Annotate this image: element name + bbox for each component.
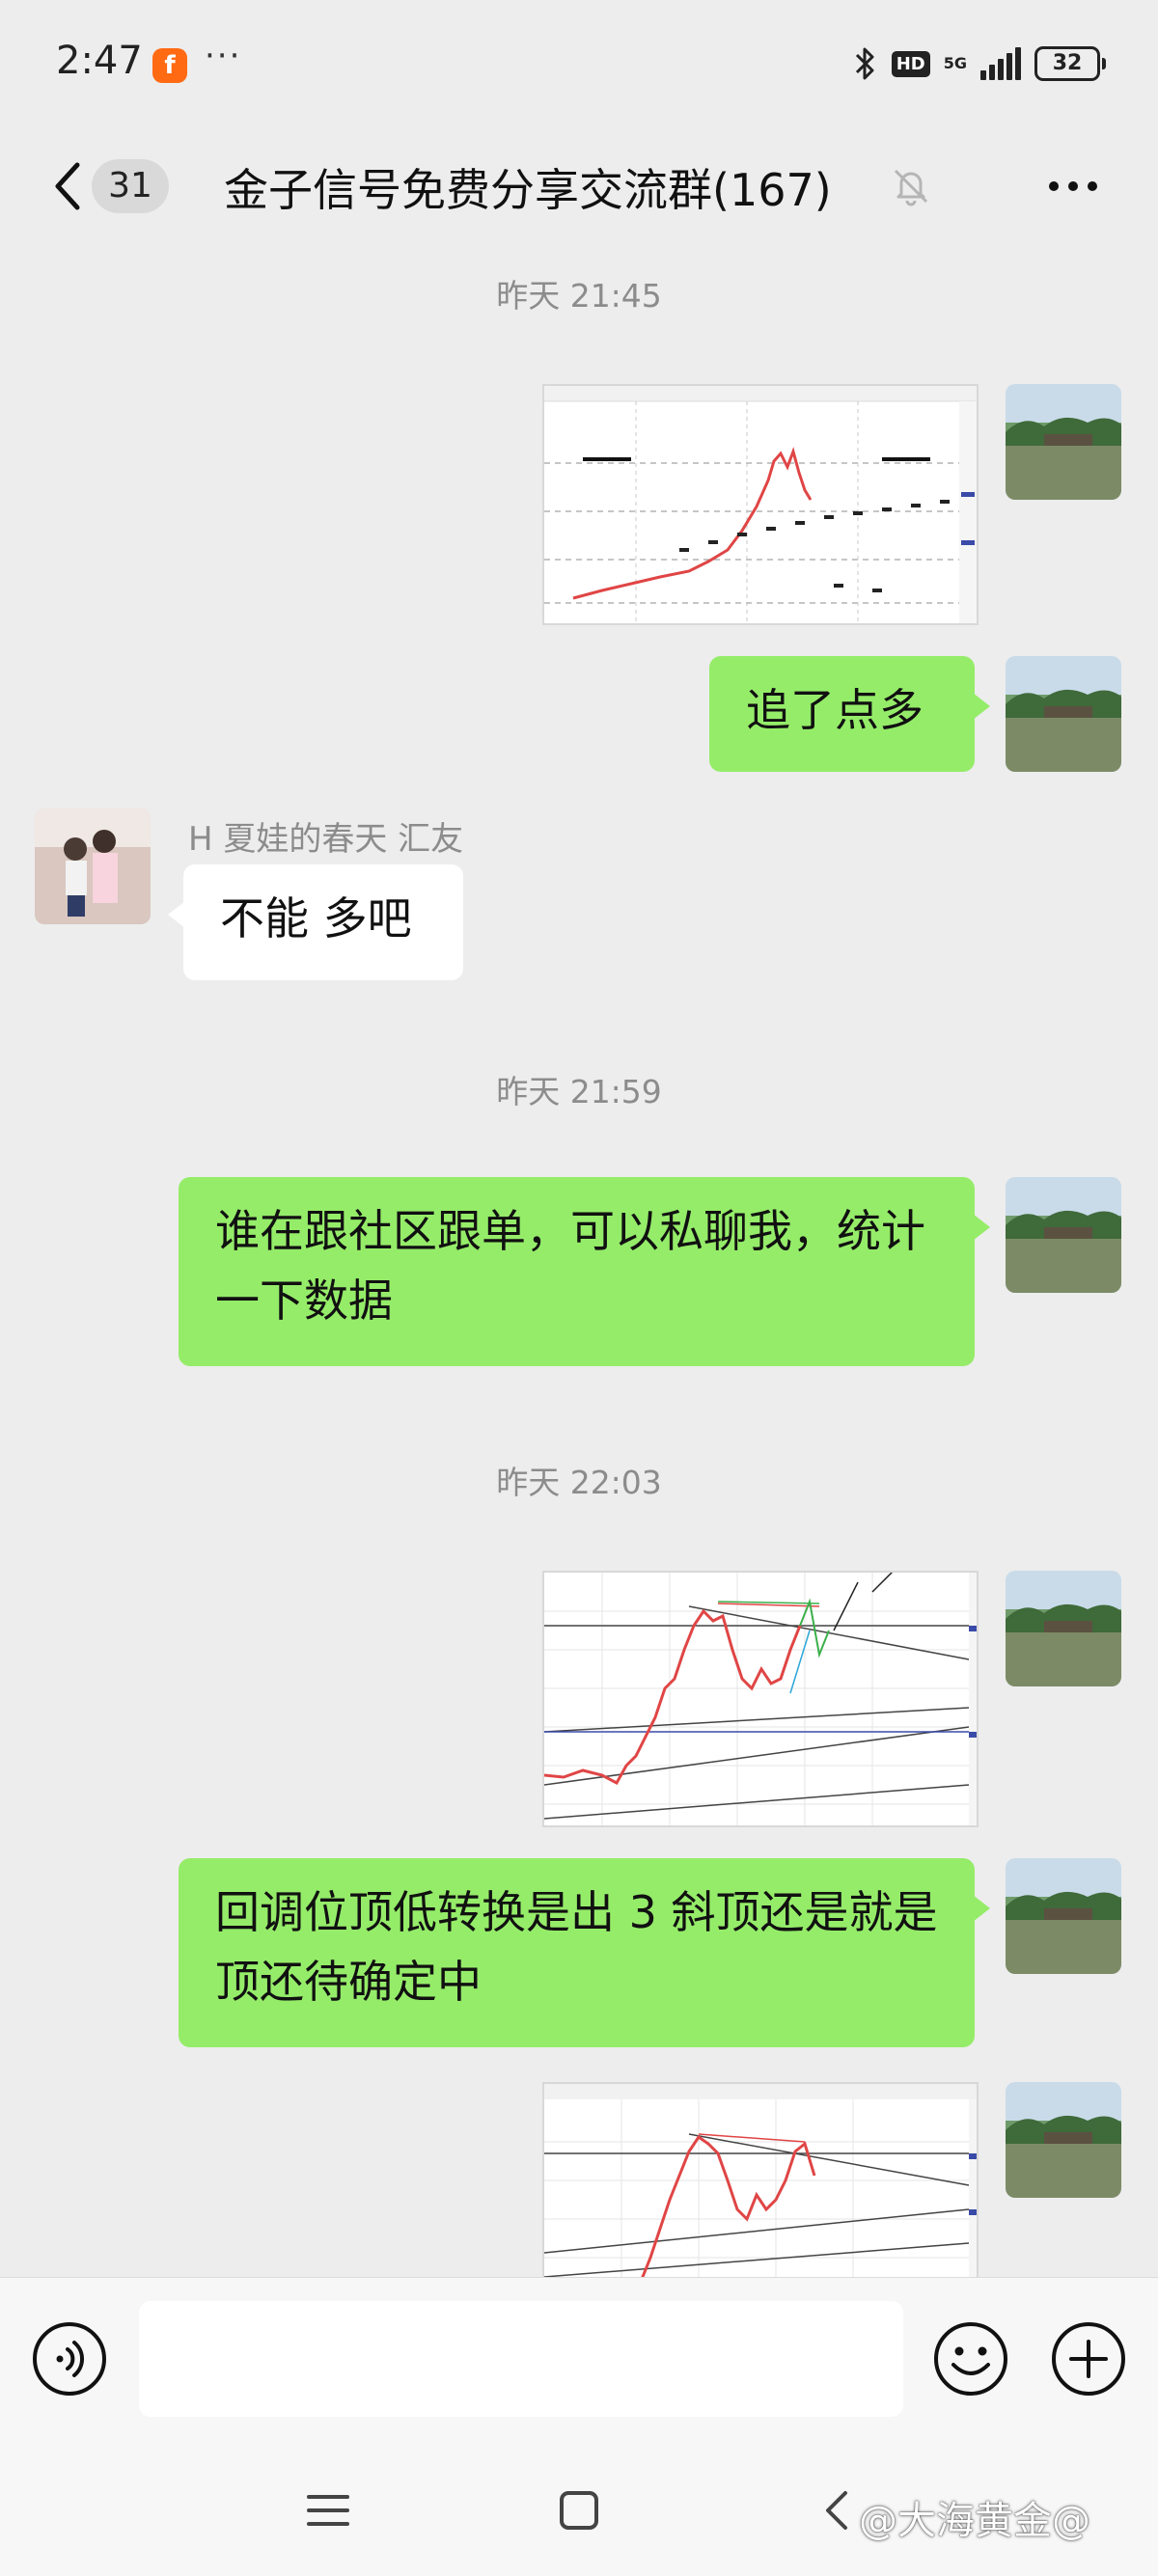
chat-message-list[interactable]: 昨天 21:45 追了点多 H 夏娃的春天 汇友 不能 多吧 昨天 21:59 …	[0, 251, 1158, 2277]
sender-name: H 夏娃的春天 汇友	[188, 820, 464, 859]
emoji-icon[interactable]	[932, 2320, 1009, 2398]
app-notification-icon: f	[152, 48, 187, 83]
chat-title: 金子信号免费分享交流群(167)	[224, 164, 832, 216]
more-notifications-icon: ···	[205, 37, 242, 75]
signal-strength-icon	[980, 47, 1021, 80]
back-arrow-icon[interactable]	[48, 157, 87, 215]
mute-bell-icon	[894, 169, 928, 206]
chart-screenshot-image[interactable]	[542, 2082, 979, 2277]
status-bar: 2:47 f ··· HD 5G 32	[0, 0, 1158, 130]
home-icon[interactable]	[550, 2481, 608, 2539]
message-timestamp: 昨天 21:59	[496, 1073, 662, 1110]
unread-count-badge[interactable]: 31	[92, 159, 169, 213]
voice-input-icon[interactable]	[31, 2320, 108, 2398]
incoming-message[interactable]: 不能 多吧	[168, 864, 463, 980]
chat-header: 31 金子信号免费分享交流群(167)	[0, 130, 1158, 251]
menu-icon[interactable]	[299, 2481, 357, 2539]
my-avatar[interactable]	[1006, 2082, 1121, 2198]
message-text-input[interactable]	[139, 2301, 903, 2417]
network-type-label: 5G	[943, 54, 967, 72]
my-avatar[interactable]	[1006, 656, 1121, 772]
hd-badge: HD	[891, 50, 930, 77]
my-avatar[interactable]	[1006, 384, 1121, 500]
watermark-text: @大海黄金@	[859, 2499, 1090, 2543]
message-timestamp: 昨天 21:45	[496, 277, 662, 315]
add-attachment-icon[interactable]	[1050, 2320, 1127, 2398]
my-avatar[interactable]	[1006, 1571, 1121, 1686]
outgoing-message[interactable]: 谁在跟社区跟单，可以私聊我，统计一下数据	[179, 1177, 990, 1366]
status-indicators: HD 5G 32	[853, 42, 1106, 85]
message-input-bar	[0, 2277, 1158, 2442]
my-avatar[interactable]	[1006, 1858, 1121, 1974]
sender-avatar[interactable]	[35, 808, 151, 924]
system-navigation-bar: @大海黄金@	[0, 2441, 1158, 2576]
outgoing-message[interactable]: 回调位顶低转换是出 3 斜顶还是就是顶还待确定中	[179, 1858, 990, 2047]
bluetooth-icon	[855, 47, 874, 80]
more-options-icon[interactable]	[1044, 167, 1102, 206]
status-time: 2:47	[56, 39, 143, 83]
outgoing-message[interactable]: 追了点多	[709, 656, 990, 772]
message-timestamp: 昨天 22:03	[496, 1464, 662, 1501]
battery-icon: 32	[1034, 46, 1106, 81]
my-avatar[interactable]	[1006, 1177, 1121, 1293]
chart-screenshot-image[interactable]	[542, 1571, 979, 1827]
chart-screenshot-image[interactable]	[542, 384, 979, 625]
system-back-icon[interactable]	[809, 2481, 867, 2539]
